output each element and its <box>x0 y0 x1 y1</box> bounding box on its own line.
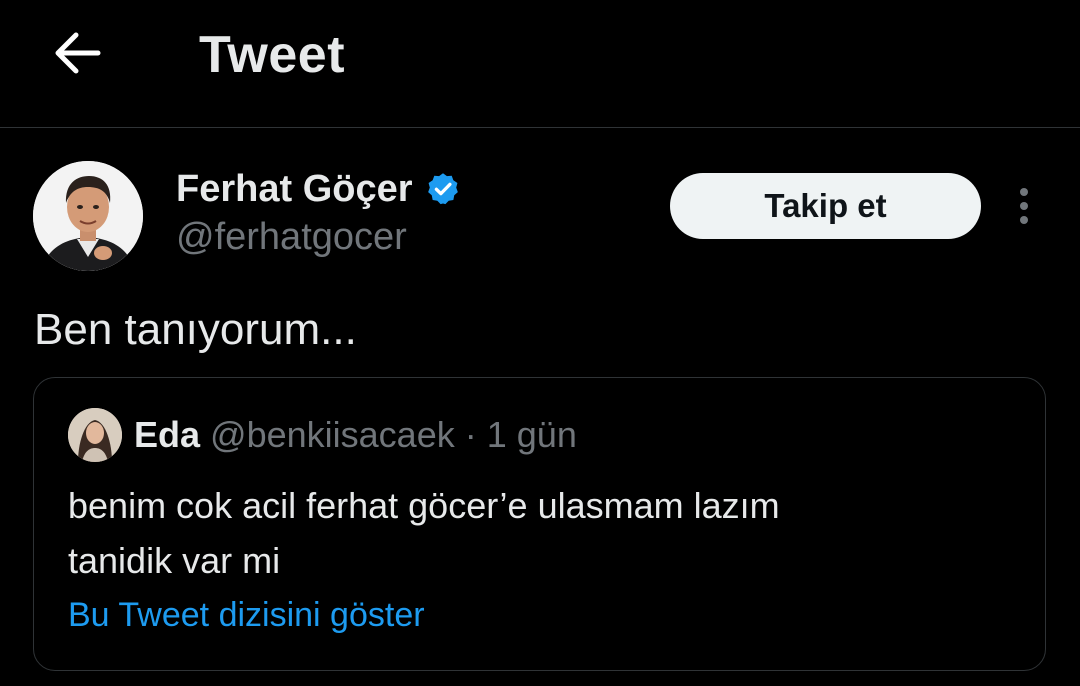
tweet-text: Ben tanıyorum... <box>34 305 357 354</box>
show-thread-link[interactable]: Bu Tweet dizisini göster <box>68 592 425 638</box>
author-handle[interactable]: @ferhatgocer <box>176 214 407 260</box>
quoted-author-avatar <box>68 408 122 462</box>
verified-badge-icon <box>425 171 461 207</box>
quoted-tweet-text-line: benim cok acil ferhat göcer’e ulasmam la… <box>68 485 780 526</box>
quoted-tweet-text-line: tanidik var mi <box>68 540 281 581</box>
top-bar: Tweet <box>0 0 1080 128</box>
more-vertical-icon-dot <box>1020 216 1028 224</box>
quoted-tweet-meta: Eda @benkiisacaek · 1 gün <box>134 412 577 458</box>
author-name-text: Ferhat Göçer <box>176 168 413 210</box>
more-vertical-icon-dot <box>1020 202 1028 210</box>
quoted-author-name: Eda <box>134 414 201 455</box>
more-options-button[interactable] <box>1006 184 1042 228</box>
arrow-left-icon <box>55 32 101 74</box>
quoted-tweet-card[interactable]: Eda @benkiisacaek · 1 gün benim cok acil… <box>33 377 1046 671</box>
author-avatar-image <box>33 161 143 271</box>
quoted-tweet-time: 1 gün <box>486 414 577 455</box>
tweet-detail-page: Tweet Ferhat Göçer @ferhatgocer Takip et… <box>0 0 1080 686</box>
quoted-author-handle: @benkiisacaek <box>210 414 455 455</box>
author-avatar[interactable] <box>33 161 143 271</box>
quoted-avatar-image <box>68 408 122 462</box>
author-name[interactable]: Ferhat Göçer <box>176 166 461 212</box>
page-title: Tweet <box>199 26 346 84</box>
meta-separator: · <box>464 414 477 455</box>
back-button[interactable] <box>44 22 110 84</box>
quoted-tweet-text: benim cok acil ferhat göcer’e ulasmam la… <box>68 478 1008 588</box>
more-vertical-icon-dot <box>1020 188 1028 196</box>
follow-button[interactable]: Takip et <box>670 173 981 239</box>
